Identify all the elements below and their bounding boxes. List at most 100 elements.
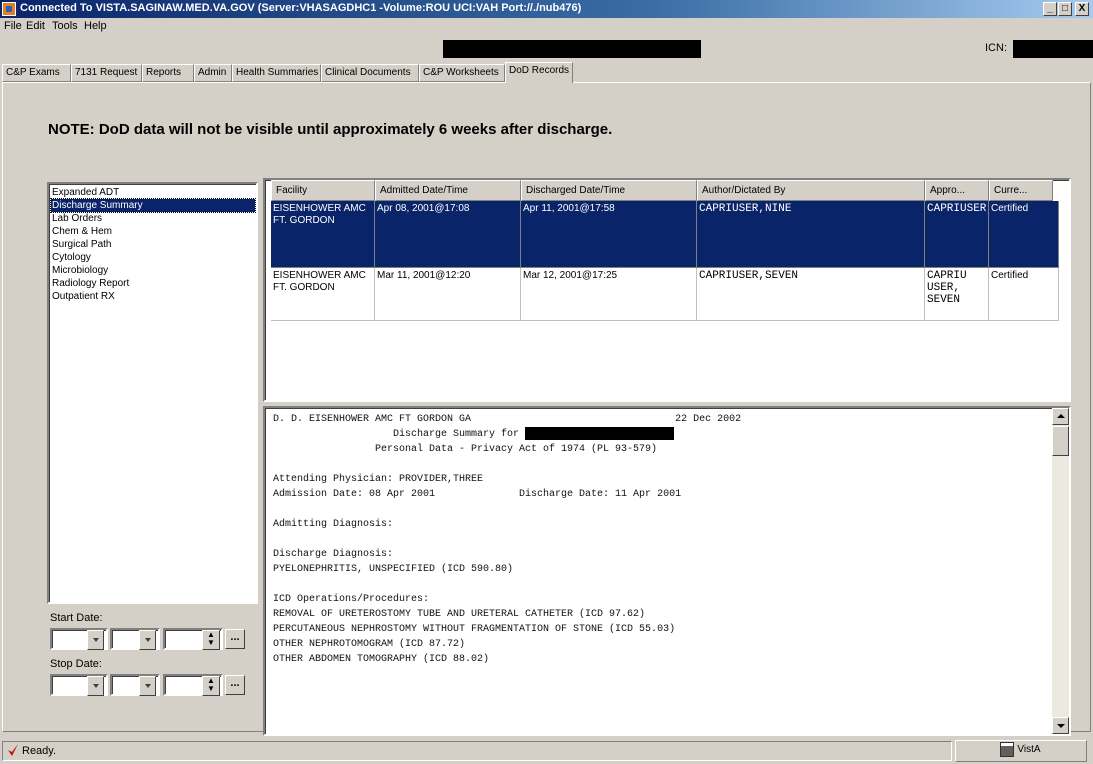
- list-item-surgical-path[interactable]: Surgical Path: [51, 238, 255, 251]
- report-line: D. D. EISENHOWER AMC FT GORDON GA 22 Dec…: [273, 414, 742, 425]
- report-line: OTHER NEPHROTOMOGRAM (ICD 87.72): [273, 639, 466, 650]
- start-year-spinner[interactable]: ▲ ▼: [202, 630, 220, 650]
- report-line: [273, 532, 1049, 547]
- report-line: OTHER ABDOMEN TOMOGRAPHY (ICD 88.02): [273, 654, 490, 665]
- list-item-discharge-summary[interactable]: Discharge Summary: [50, 198, 256, 213]
- start-month-dropdown[interactable]: [87, 630, 104, 650]
- tab-cp-exams[interactable]: C&P Exams: [2, 64, 71, 82]
- cell-discharged: Mar 12, 2001@17:25: [521, 268, 697, 321]
- report-line: ICD Operations/Procedures:: [273, 594, 430, 605]
- app-icon: [2, 2, 16, 16]
- printer-icon: [1001, 742, 1014, 756]
- column-header-facility[interactable]: Facility: [271, 180, 375, 201]
- cell-author: CAPRIUSER,NINE: [697, 201, 925, 268]
- report-line: Admitting Diagnosis:: [273, 519, 394, 530]
- cell-approved: CAPRIUSER,NINE: [925, 201, 989, 268]
- vista-button[interactable]: VistA: [955, 740, 1087, 762]
- menu-bar: File Edit Tools Help: [0, 18, 1093, 35]
- table-row[interactable]: EISENHOWER AMC FT. GORDON Apr 08, 2001@1…: [271, 201, 1059, 268]
- icn-value-redacted: [1013, 40, 1093, 58]
- report-scrollbar[interactable]: [1052, 408, 1069, 734]
- list-item-radiology-report[interactable]: Radiology Report: [51, 277, 255, 290]
- report-line: REMOVAL OF URETEROSTOMY TUBE AND URETERA…: [273, 609, 646, 620]
- tab-reports[interactable]: Reports: [142, 64, 194, 82]
- report-line: Discharge Summary for: [273, 427, 1049, 442]
- tab-admin[interactable]: Admin: [194, 64, 232, 82]
- status-panel: [2, 741, 952, 761]
- start-month-field[interactable]: [50, 628, 108, 650]
- start-date-picker-button[interactable]: ...: [225, 629, 245, 649]
- patient-name-redacted: [443, 40, 701, 58]
- stop-month-field[interactable]: [50, 674, 108, 696]
- tab-clinical-documents[interactable]: Clinical Documents: [321, 64, 419, 82]
- vista-button-label: VistA: [1017, 744, 1041, 755]
- maximize-button[interactable]: □: [1058, 2, 1072, 16]
- list-item-expanded-adt[interactable]: Expanded ADT: [51, 186, 255, 199]
- cell-approved: CAPRIU USER, SEVEN: [925, 268, 989, 321]
- stop-month-dropdown[interactable]: [87, 676, 104, 696]
- report-viewer[interactable]: D. D. EISENHOWER AMC FT GORDON GA 22 Dec…: [263, 406, 1071, 736]
- stop-year-field[interactable]: ▲ ▼: [163, 674, 223, 696]
- list-item-microbiology[interactable]: Microbiology: [51, 264, 255, 277]
- spin-down-icon: ▼: [207, 638, 215, 647]
- cell-facility: EISENHOWER AMC FT. GORDON: [271, 201, 375, 268]
- start-day-field[interactable]: [110, 628, 160, 650]
- patient-name-redacted: [525, 427, 675, 440]
- menu-file[interactable]: File: [4, 20, 22, 32]
- cell-facility: EISENHOWER AMC FT. GORDON: [271, 268, 375, 321]
- title-bar[interactable]: Connected To VISTA.SAGINAW.MED.VA.GOV (S…: [0, 0, 1093, 18]
- scroll-down-button[interactable]: [1052, 717, 1069, 734]
- cell-admitted: Mar 11, 2001@12:20: [375, 268, 521, 321]
- tab-health-summaries[interactable]: Health Summaries: [232, 64, 321, 82]
- column-header-discharged[interactable]: Discharged Date/Time: [521, 180, 697, 201]
- report-line: [273, 577, 1049, 592]
- status-text: Ready.: [22, 745, 57, 757]
- record-type-list[interactable]: Expanded ADT Discharge Summary Lab Order…: [47, 182, 258, 604]
- dod-note: NOTE: DoD data will not be visible until…: [48, 121, 613, 138]
- report-line: [273, 502, 1049, 517]
- stop-day-field[interactable]: [110, 674, 160, 696]
- window-title: Connected To VISTA.SAGINAW.MED.VA.GOV (S…: [20, 2, 582, 14]
- records-grid[interactable]: Facility Admitted Date/Time Discharged D…: [263, 178, 1071, 402]
- menu-help[interactable]: Help: [84, 20, 107, 32]
- report-line: Personal Data - Privacy Act of 1974 (PL …: [273, 444, 658, 455]
- stop-date-label: Stop Date:: [50, 658, 102, 670]
- spin-down-icon: ▼: [207, 684, 215, 693]
- cell-discharged: Apr 11, 2001@17:58: [521, 201, 697, 268]
- scroll-thumb[interactable]: [1052, 426, 1069, 456]
- report-line: [273, 457, 1049, 472]
- start-date-label: Start Date:: [50, 612, 103, 624]
- report-line: PYELONEPHRITIS, UNSPECIFIED (ICD 590.80): [273, 564, 514, 575]
- list-item-outpatient-rx[interactable]: Outpatient RX: [51, 290, 255, 303]
- report-text: D. D. EISENHOWER AMC FT GORDON GA 22 Dec…: [273, 412, 1049, 667]
- column-header-author[interactable]: Author/Dictated By: [697, 180, 925, 201]
- tab-dod-records[interactable]: DoD Records: [505, 62, 573, 83]
- list-item-chem-hem[interactable]: Chem & Hem: [51, 225, 255, 238]
- report-line-text: Discharge Summary for: [273, 429, 526, 441]
- scroll-up-button[interactable]: [1052, 408, 1069, 425]
- start-day-dropdown[interactable]: [139, 630, 156, 650]
- menu-edit[interactable]: Edit: [26, 20, 45, 32]
- icn-label: ICN:: [985, 42, 1007, 54]
- cell-current: Certified: [989, 201, 1059, 268]
- stop-day-dropdown[interactable]: [139, 676, 156, 696]
- stop-year-spinner[interactable]: ▲ ▼: [202, 676, 220, 696]
- minimize-button[interactable]: _: [1043, 2, 1057, 16]
- close-button[interactable]: X: [1075, 2, 1089, 16]
- tab-cp-worksheets[interactable]: C&P Worksheets: [419, 64, 505, 82]
- checkmark-icon: [8, 744, 18, 756]
- cell-current: Certified: [989, 268, 1059, 321]
- menu-tools[interactable]: Tools: [52, 20, 78, 32]
- report-line: Attending Physician: PROVIDER,THREE: [273, 474, 484, 485]
- cell-author: CAPRIUSER,SEVEN: [697, 268, 925, 321]
- table-row[interactable]: EISENHOWER AMC FT. GORDON Mar 11, 2001@1…: [271, 268, 1059, 321]
- stop-date-picker-button[interactable]: ...: [225, 675, 245, 695]
- start-year-field[interactable]: ▲ ▼: [163, 628, 223, 650]
- column-header-admitted[interactable]: Admitted Date/Time: [375, 180, 521, 201]
- tab-7131-request[interactable]: 7131 Request: [71, 64, 142, 82]
- list-item-cytology[interactable]: Cytology: [51, 251, 255, 264]
- list-item-lab-orders[interactable]: Lab Orders: [51, 212, 255, 225]
- column-header-current[interactable]: Curre...: [989, 180, 1053, 201]
- column-header-approved[interactable]: Appro...: [925, 180, 989, 201]
- report-line: Admission Date: 08 Apr 2001 Discharge Da…: [273, 489, 682, 500]
